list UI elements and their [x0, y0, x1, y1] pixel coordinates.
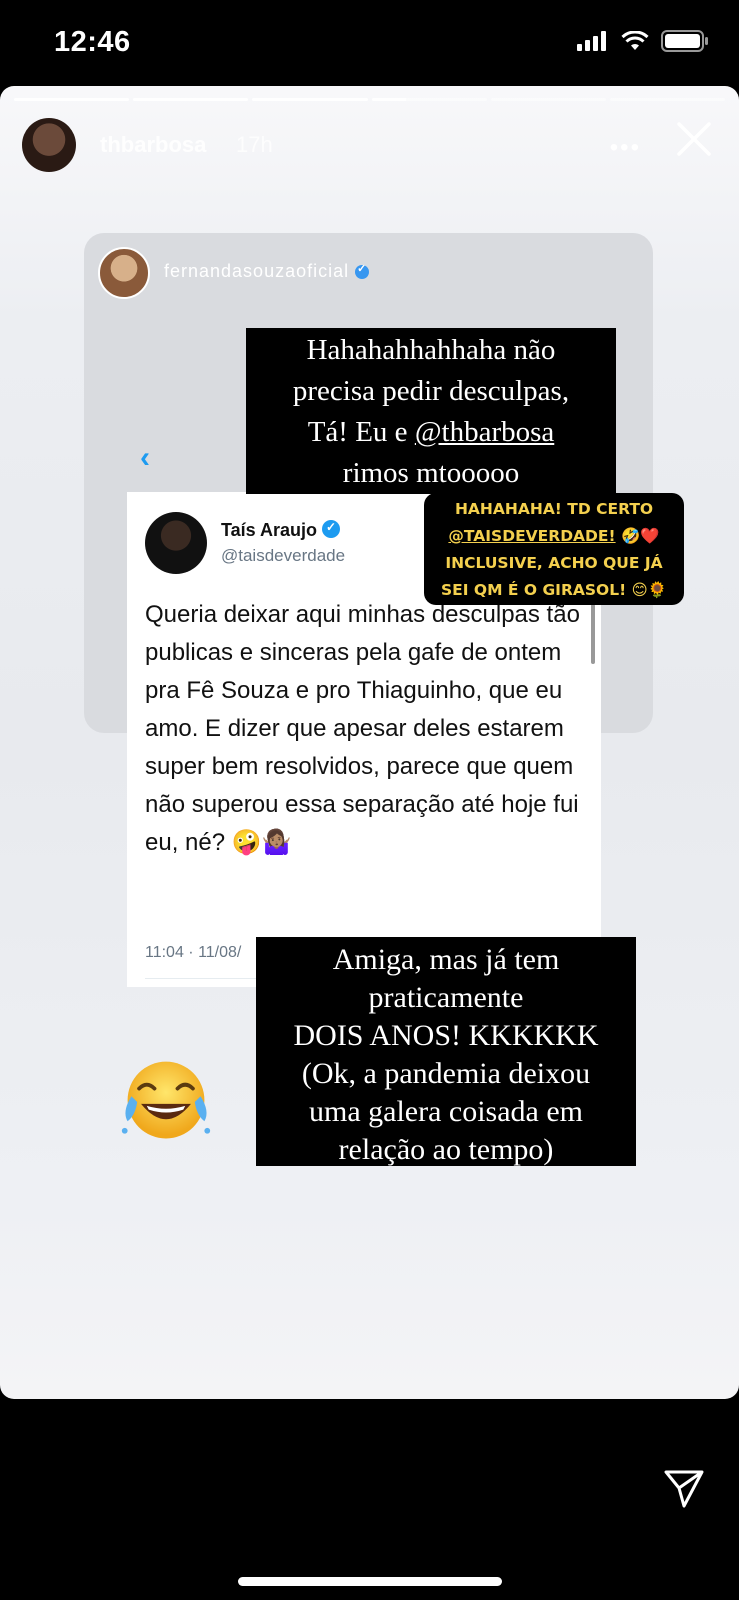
caption-line: relação ao tempo) [338, 1133, 554, 1166]
close-icon[interactable] [671, 116, 717, 162]
progress-segment [14, 98, 130, 101]
tweet-text: Queria deixar aqui minhas desculpas tão … [145, 601, 580, 856]
sticker-line: @TAISDEVERDADE! 🤣❤️ [424, 523, 684, 550]
sticker-line: SEI QM É O GIRASOL! 😊🌻 [440, 581, 668, 599]
progress-fill [252, 98, 368, 101]
caption-line: Amiga, mas já tem [332, 943, 560, 976]
scrollbar [591, 604, 595, 664]
sticker-line: HAHAHAHA! TD CERTO [454, 500, 654, 518]
story-progress [14, 98, 726, 101]
progress-segment [371, 98, 487, 101]
progress-fill [133, 98, 249, 101]
progress-segment [133, 98, 249, 101]
caption-line: praticamente [368, 981, 524, 1014]
tweet-avatar [145, 512, 207, 574]
signal-icon [577, 31, 606, 51]
story-view[interactable]: thbarbosa 17h ••• fernandasouzaoficial ‹… [0, 86, 739, 1399]
caption-line: rimos mtooooo [342, 457, 520, 489]
tweet-date: 11:04 · 11/08/ [145, 944, 242, 961]
card-username: fernandasouzaoficial [164, 261, 370, 282]
caption-line: (Ok, a pandemia deixou [301, 1057, 591, 1090]
card-username-text: fernandasouzaoficial [164, 261, 350, 281]
chevron-left-icon: ‹ [140, 441, 150, 474]
home-indicator[interactable] [238, 1577, 502, 1586]
ellipsis-icon[interactable]: ••• [610, 134, 641, 162]
mention-link[interactable]: @TAISDEVERDADE! [448, 527, 615, 545]
progress-fill [14, 98, 130, 101]
progress-fill [371, 98, 407, 101]
text-sticker: HAHAHAHA! TD CERTO @TAISDEVERDADE! 🤣❤️ I… [424, 493, 684, 605]
verified-icon [322, 520, 341, 538]
caption-line-text: Tá! Eu e [307, 416, 415, 448]
battery-icon [661, 30, 708, 52]
status-bar: 12:46 [0, 0, 739, 88]
laughing-crying-emoji [121, 1061, 211, 1139]
caption-line: precisa pedir desculpas, [292, 375, 570, 407]
story-username[interactable]: thbarbosa [100, 132, 206, 158]
tweet-author-name: Taís Araujo [221, 520, 341, 541]
story-header: thbarbosa 17h ••• [22, 116, 717, 176]
send-icon[interactable] [662, 1466, 706, 1510]
progress-segment [252, 98, 368, 101]
caption-text-1: Hahahahhahhaha não precisa pedir desculp… [246, 328, 616, 494]
verified-icon [355, 262, 370, 280]
status-icons [577, 30, 709, 52]
avatar[interactable] [22, 118, 76, 172]
status-time: 12:46 [54, 26, 131, 58]
sticker-emoji: 🤣❤️ [615, 527, 660, 545]
sticker-line: INCLUSIVE, ACHO QUE JÁ [445, 554, 663, 572]
mention-link[interactable]: @thbarbosa [415, 416, 554, 448]
story-time-ago: 17h [236, 132, 273, 157]
caption-line: Tá! Eu e @thbarbosa [246, 412, 616, 453]
progress-segment [490, 98, 606, 101]
caption-line: DOIS ANOS! KKKKKK [293, 1019, 599, 1052]
wifi-icon [621, 31, 649, 50]
caption-line: Hahahahhahhaha não [306, 334, 556, 366]
progress-segment [609, 98, 726, 101]
card-avatar [98, 247, 150, 299]
tweet-author-text: Taís Araujo [221, 520, 318, 540]
tweet-handle: @taisdeverdade [221, 546, 346, 565]
caption-line: uma galera coisada em [308, 1095, 584, 1128]
caption-text-2: Amiga, mas já tem praticamente DOIS ANOS… [256, 937, 636, 1166]
